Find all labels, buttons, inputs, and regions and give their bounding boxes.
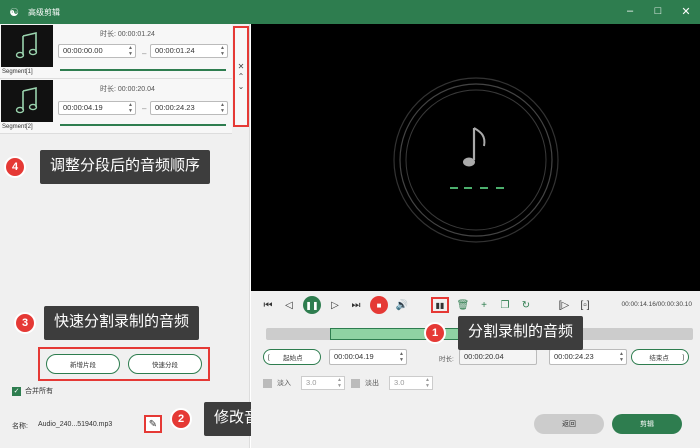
timeline-selection[interactable] (330, 328, 467, 340)
fade-out-checkbox[interactable] (351, 378, 360, 388)
previous-frame-icon[interactable]: ◁ (282, 298, 296, 312)
music-note-icon (15, 32, 38, 59)
minimize-icon[interactable]: – (624, 4, 636, 18)
segment-progress (60, 124, 226, 126)
pause-button[interactable]: ❚❚ (303, 296, 321, 314)
move-up-icon[interactable]: ⌃ (238, 72, 245, 81)
callout-reorder: 调整分段后的音频顺序 (40, 150, 211, 184)
next-frame-icon[interactable]: ▷ (328, 298, 342, 312)
file-name-value: Audio_240...51940.mp3 (37, 421, 113, 428)
callout-number: 2 (170, 408, 192, 430)
music-note-icon (15, 87, 38, 114)
fade-out-input[interactable]: 3.0 ▲ ▼ (389, 376, 433, 390)
playback-timecode: 00:00:14.16/00:00:30.10 (621, 301, 692, 308)
pencil-icon: ✎ (148, 418, 158, 430)
close-icon[interactable]: ✕ (680, 4, 692, 18)
move-down-icon[interactable]: ⌄ (238, 82, 245, 91)
range-start-input[interactable]: 00:00:04.19 ▲ ▼ (329, 349, 407, 365)
segment-thumbnail (1, 80, 53, 122)
split-button[interactable]: ▮▮ (431, 297, 449, 313)
fade-out-label: 淡出 (365, 380, 379, 387)
mark-in-icon[interactable]: [▷ (557, 298, 571, 312)
merge-all-label: 合并所有 (25, 388, 53, 395)
segment-item[interactable]: Segment[1] 时长: 00:00:01.24 00:00:00.00 ▲ ▼… (0, 24, 232, 79)
callout-number: 4 (4, 156, 26, 178)
range-separator: – (142, 104, 147, 113)
stop-button[interactable]: ■ (370, 296, 388, 314)
go-to-start-icon[interactable]: ⏮ (261, 298, 275, 312)
merge-all-checkbox[interactable]: ✓ 合并所有 (12, 386, 53, 396)
split-icon: ▮▮ (435, 300, 445, 310)
set-end-button[interactable]: 结束点] (631, 349, 689, 365)
segment-end-input[interactable]: 00:00:01.24 ▲ ▼ (150, 44, 228, 58)
range-row: [起始点 00:00:04.19 ▲ ▼ 时长: 00:00:20.04 00:00… (263, 349, 689, 365)
reset-icon[interactable]: ↻ (519, 298, 533, 312)
maximize-icon[interactable]: □ (652, 4, 664, 18)
edit-name-button[interactable]: ✎ (144, 415, 162, 433)
delete-icon[interactable]: 🗑 (456, 298, 470, 312)
go-to-end-icon[interactable]: ⏭ (349, 298, 363, 312)
mark-out-icon[interactable]: [▫] (578, 298, 592, 312)
set-start-button[interactable]: [起始点 (263, 349, 321, 365)
edit-confirm-button[interactable]: 剪辑 (612, 414, 682, 434)
title-bar: ☯ 高级剪辑 – □ ✕ (0, 0, 700, 24)
segment-duration: 时长: 00:00:01.24 (100, 31, 155, 38)
segment-order-controls: ✕ ⌃ ⌄ (233, 26, 249, 127)
segment-start-input[interactable]: 00:00:00.00 ▲ ▼ (58, 44, 136, 58)
callout-split: 分割录制的音频 (458, 316, 584, 350)
new-segment-button[interactable]: 新增片段 (46, 354, 120, 374)
segment-list: Segment[1] 时长: 00:00:01.24 00:00:00.00 ▲ ▼… (0, 24, 232, 134)
segment-end-input[interactable]: 00:00:24.23 ▲ ▼ (150, 101, 228, 115)
callout-quick-split: 快速分割录制的音频 (44, 306, 200, 340)
segments-panel: Segment[1] 时长: 00:00:01.24 00:00:00.00 ▲ ▼… (0, 24, 250, 448)
segment-item[interactable]: Segment[2] 时长: 00:00:20.04 00:00:04.19 ▲ ▼… (0, 79, 232, 134)
callout-number: 3 (14, 312, 36, 334)
range-duration-value: 00:00:20.04 (459, 349, 537, 365)
segment-duration: 时长: 00:00:20.04 (100, 86, 155, 93)
window-title: 高级剪辑 (28, 7, 60, 17)
segment-label: Segment[1] (2, 69, 33, 75)
segment-start-input[interactable]: 00:00:04.19 ▲ ▼ (58, 101, 136, 115)
segment-thumbnail (1, 25, 53, 67)
segment-progress (60, 69, 226, 71)
volume-icon[interactable]: 🔊 (395, 298, 409, 312)
segment-label: Segment[2] (2, 124, 33, 130)
fade-in-checkbox[interactable] (263, 378, 272, 388)
add-icon[interactable]: + (477, 298, 491, 312)
file-name-row: 名称: Audio_240...51940.mp3 (12, 421, 112, 431)
range-separator: – (142, 49, 147, 58)
range-end-input[interactable]: 00:00:24.23 ▲ ▼ (549, 349, 627, 365)
transport-bar: ⏮ ◁ ❚❚ ▷ ⏭ ■ 🔊 ▮▮ 🗑 + ❐ ↻ [▷ [▫] (261, 296, 592, 314)
back-button[interactable]: 返回 (534, 414, 604, 434)
audio-preview (251, 24, 700, 291)
fade-in-input[interactable]: 3.0 ▲ ▼ (301, 376, 345, 390)
callout-number: 1 (424, 322, 446, 344)
quick-split-button[interactable]: 快速分段 (128, 354, 202, 374)
file-name-label: 名称: (12, 423, 28, 430)
checkbox-check-icon: ✓ (12, 386, 21, 396)
range-duration-label: 时长: (439, 356, 454, 363)
copy-icon[interactable]: ❐ (498, 298, 512, 312)
segment-buttons-group: 新增片段 快速分段 (38, 347, 210, 381)
fade-row: 淡入 3.0 ▲ ▼ 淡出 3.0 ▲ ▼ (263, 376, 439, 390)
app-logo-icon: ☯ (9, 6, 19, 19)
delete-segment-icon[interactable]: ✕ (238, 62, 245, 71)
fade-in-label: 淡入 (277, 380, 291, 387)
audio-disc-graphic (393, 77, 559, 243)
